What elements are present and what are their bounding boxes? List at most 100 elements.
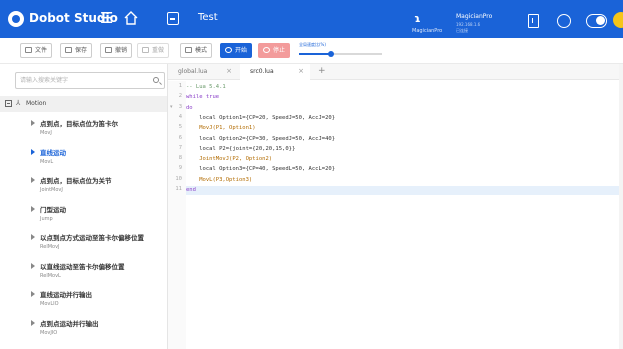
home-icon[interactable] [123, 10, 139, 26]
tree-root-motion[interactable]: ⅄ Motion [0, 96, 167, 112]
command-sidebar: ⅄ Motion 点到点，目标点位为笛卡尔MovJ直线运动MovL点到点，目标点… [0, 64, 168, 349]
speed-slider[interactable] [299, 51, 382, 57]
expand-triangle-icon [31, 177, 35, 183]
expand-triangle-icon [31, 148, 35, 155]
code-editor: global.lua × src0.lua × + 1 2 3 ▾ 4 5 6 7 8 9 10 11… [168, 64, 623, 349]
run-button[interactable]: 开始 [220, 43, 253, 58]
network-icon[interactable] [557, 14, 571, 28]
code-line[interactable]: MovJ(P1, Option1) [186, 124, 623, 133]
speed-label: 全局速度比(%) [299, 42, 326, 47]
line-number: 4 [178, 113, 182, 120]
code-line[interactable]: do [186, 104, 623, 113]
sidebar-item-jump[interactable]: 门型运动 Jump [0, 201, 167, 229]
command-name: Jump [40, 215, 53, 222]
command-name: JointMovJ [40, 187, 63, 193]
sidebar-item-relmovj[interactable]: 以点到点方式运动至笛卡尔偏移位置 RelMovJ [0, 229, 167, 257]
toolbar: 文件 保存 撤销 重做 模式 开始 停止 全局速度比(%) [0, 38, 623, 64]
code-line[interactable]: local Option2={CP=30, SpeedJ=50, AccJ=40… [186, 135, 623, 144]
line-number: 2 [178, 93, 182, 100]
line-number: 11 [175, 186, 182, 192]
motion-icon: ⅄ [16, 99, 21, 107]
command-title: 直线运动 [40, 148, 66, 157]
command-name: MovL [40, 158, 54, 165]
command-title: 门型运动 [40, 205, 66, 214]
avatar[interactable] [613, 12, 623, 28]
search-input[interactable] [20, 74, 145, 87]
header-bar: Dobot Studio ☰ Test ɿ MagicianPro Magici… [0, 0, 623, 38]
undo-icon [105, 47, 112, 53]
manual-book-icon[interactable] [528, 14, 539, 28]
code-line[interactable]: end [186, 186, 623, 195]
line-number: 6 [178, 134, 182, 141]
menu-icon[interactable]: ☰ [100, 9, 113, 27]
command-title: 以点到点方式运动至笛卡尔偏移位置 [40, 234, 144, 242]
code-line[interactable]: local Option1={CP=20, SpeedJ=50, AccJ=20… [186, 114, 623, 123]
redo-button[interactable]: 重做 [137, 43, 170, 58]
collapse-icon[interactable] [5, 100, 12, 107]
save-button[interactable]: 保存 [60, 43, 93, 58]
code-line[interactable]: local Option3={CP=40, SpeedL=50, AccL=20… [186, 165, 623, 174]
expand-triangle-icon [31, 205, 35, 212]
close-icon[interactable]: × [226, 67, 232, 75]
project-name: Test [198, 12, 218, 23]
tab-src0-lua[interactable]: src0.lua × [240, 64, 310, 81]
expand-triangle-icon [31, 291, 35, 297]
robot-status: 已连接 [456, 28, 468, 33]
command-name: RelMovL [40, 272, 61, 279]
line-gutter: 1 2 3 ▾ 4 5 6 7 8 9 10 11 [168, 81, 186, 349]
line-number: 1 [178, 83, 182, 89]
code-line[interactable]: -- Lua 5.4.1 [186, 83, 623, 92]
tab-global-lua[interactable]: global.lua × [168, 64, 238, 80]
sidebar-item-movlio[interactable]: 直线运动并行输出 MovLIO [0, 286, 167, 314]
play-icon [225, 47, 232, 53]
sidebar-item-movj[interactable]: 点到点，目标点位为笛卡尔 MovJ [0, 115, 167, 143]
command-name: MovJ [40, 130, 52, 136]
command-title: 点到点，目标点位为笛卡尔 [40, 120, 118, 128]
sidebar-item-movl[interactable]: 直线运动 MovL [0, 144, 167, 172]
scrollbar[interactable] [619, 64, 623, 349]
search-box [15, 72, 165, 89]
robot-arm-icon: ɿ [414, 12, 421, 25]
project-icon [167, 12, 179, 25]
expand-triangle-icon [31, 319, 35, 326]
redo-icon [142, 47, 149, 53]
sidebar-item-movjio[interactable]: 点到点运动并行输出 MovJIO [0, 315, 167, 343]
code-line[interactable]: while true [186, 93, 623, 102]
command-title: 以直线运动至笛卡尔偏移位置 [40, 262, 125, 271]
command-title: 直线运动并行输出 [40, 291, 92, 299]
robot-ip: 192.168.1.6 [456, 22, 481, 27]
robot-name: MagicianPro [456, 13, 493, 20]
dobot-logo-icon [8, 11, 24, 27]
command-name: MovLIO [40, 301, 59, 307]
add-tab-icon[interactable]: + [318, 66, 326, 76]
line-number: 7 [178, 144, 182, 151]
file-button[interactable]: 文件 [20, 43, 53, 58]
save-icon [65, 47, 72, 53]
stop-button[interactable]: 停止 [258, 43, 291, 58]
file-icon [25, 47, 32, 53]
robot-connection-panel[interactable]: ɿ MagicianPro MagicianPro 192.168.1.6 已连… [402, 10, 512, 36]
robot-icon-label: MagicianPro [412, 28, 443, 34]
speed-slider-fill [299, 53, 331, 55]
close-icon[interactable]: × [298, 67, 304, 75]
search-icon[interactable] [153, 77, 159, 83]
tree-root-label: Motion [26, 100, 47, 107]
line-number: 5 [178, 124, 182, 131]
stop-icon [263, 47, 270, 53]
mode-toggle[interactable] [586, 14, 607, 28]
sidebar-item-jointmovj[interactable]: 点到点，目标点位为关节 JointMovJ [0, 172, 167, 200]
command-name: MovJIO [40, 329, 58, 336]
code-line[interactable]: JointMovJ(P2, Option2) [186, 155, 623, 164]
command-name: RelMovJ [40, 244, 60, 250]
code-line[interactable]: MovL(P3,Option3) [186, 176, 623, 185]
mode-button[interactable]: 模式 [180, 43, 213, 58]
undo-button[interactable]: 撤销 [100, 43, 133, 58]
speed-slider-thumb[interactable] [327, 51, 334, 57]
app-window: Dobot Studio ☰ Test ɿ MagicianPro Magici… [0, 0, 623, 349]
code-line[interactable]: local P2={joint={20,20,15,0}} [186, 145, 623, 154]
line-number: 9 [178, 165, 182, 172]
fold-icon[interactable]: ▾ [170, 104, 173, 110]
mode-icon [185, 47, 192, 53]
line-number: 10 [175, 175, 182, 182]
sidebar-item-relmovl[interactable]: 以直线运动至笛卡尔偏移位置 RelMovL [0, 258, 167, 286]
